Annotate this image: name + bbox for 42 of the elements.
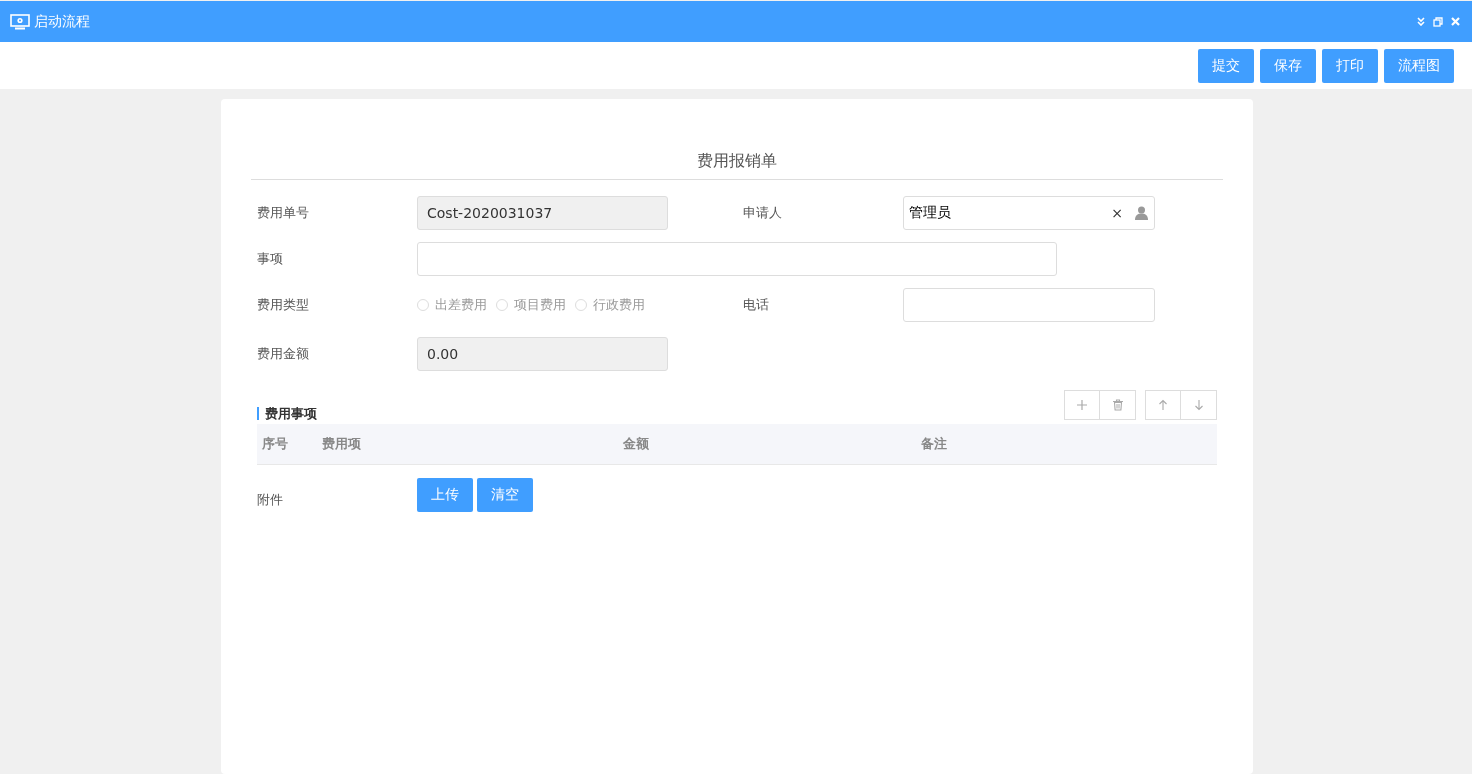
user-icon[interactable]: [1135, 206, 1148, 220]
radio-option[interactable]: 行政费用: [575, 296, 645, 314]
toolbar-button[interactable]: 流程图: [1384, 48, 1454, 83]
attachment-button[interactable]: 清空: [477, 478, 533, 512]
restore-icon[interactable]: [1433, 16, 1443, 27]
collapse-icon[interactable]: [1417, 17, 1425, 26]
column-header: 费用项: [322, 435, 361, 453]
arrow-up-icon: [1157, 399, 1169, 411]
monitor-gear-icon: [10, 13, 30, 30]
field-label: 费用类型: [257, 296, 310, 314]
add-icon: [1076, 399, 1088, 411]
radio-option[interactable]: 出差费用: [417, 296, 487, 314]
field-label: 附件: [257, 491, 284, 509]
user-picker-field[interactable]: 管理员 ×: [903, 196, 1155, 230]
field-label: 费用金额: [257, 345, 310, 363]
radio-option[interactable]: 项目费用: [496, 296, 566, 314]
column-header: 备注: [921, 435, 947, 453]
field-label: 费用单号: [257, 204, 310, 222]
arrow-up-button[interactable]: [1145, 390, 1181, 420]
form-title: 费用报销单: [696, 150, 778, 172]
section-title: 费用事项: [257, 406, 317, 420]
add-button[interactable]: [1064, 390, 1100, 420]
input-field[interactable]: Cost-2020031037: [417, 196, 668, 230]
trash-button[interactable]: [1100, 390, 1136, 420]
arrow-down-icon: [1192, 399, 1205, 411]
input-field[interactable]: 0.00: [417, 337, 668, 371]
toolbar-button[interactable]: 打印: [1322, 48, 1378, 83]
arrow-down-button[interactable]: [1181, 390, 1217, 420]
attachment-button[interactable]: 上传: [417, 478, 473, 512]
clear-button[interactable]: ×: [1111, 205, 1123, 221]
toolbar-button[interactable]: 提交: [1198, 48, 1254, 83]
field-label: 事项: [257, 250, 284, 268]
close-icon[interactable]: [1451, 17, 1460, 26]
field-label: 申请人: [743, 204, 783, 222]
input-field[interactable]: [903, 288, 1155, 322]
trash-icon: [1111, 399, 1124, 411]
column-header: 序号: [262, 435, 288, 453]
column-header: 金额: [623, 435, 649, 453]
input-field[interactable]: [417, 242, 1057, 276]
toolbar-button[interactable]: 保存: [1260, 48, 1316, 83]
field-label: 电话: [743, 296, 770, 314]
window-title: 启动流程: [34, 12, 90, 31]
